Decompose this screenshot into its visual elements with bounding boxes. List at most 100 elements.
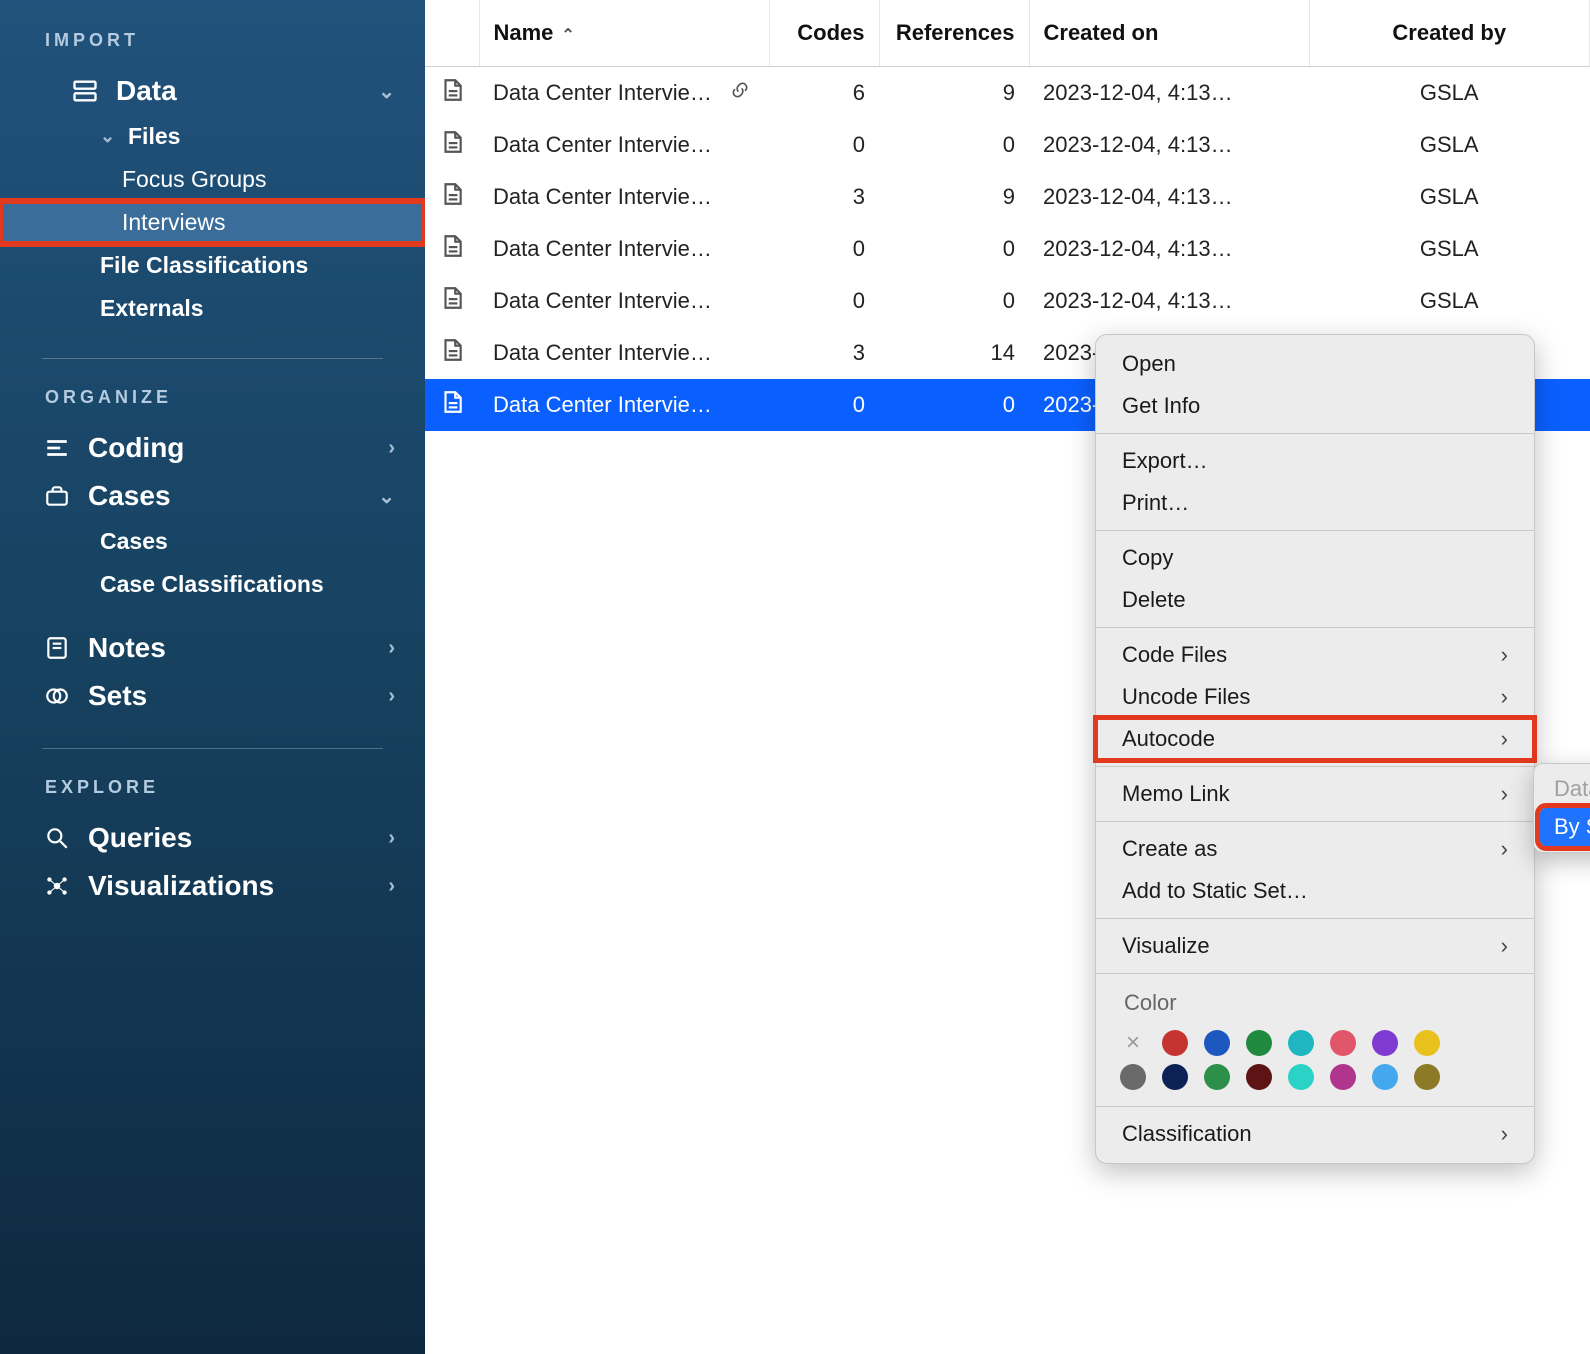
nav-label: Interviews (122, 209, 226, 236)
nav-label: File Classifications (100, 252, 308, 279)
nav-cases-sub[interactable]: Cases (0, 520, 425, 563)
ctx-add-static-set[interactable]: Add to Static Set… (1096, 870, 1534, 912)
nav-data[interactable]: Data ⌄ (0, 67, 425, 115)
color-swatch[interactable] (1372, 1064, 1398, 1090)
row-name: Data Center Intervie… (479, 67, 769, 120)
row-refs: 0 (879, 275, 1029, 327)
ctx-visualize[interactable]: Visualize› (1096, 925, 1534, 967)
nav-file-classifications[interactable]: File Classifications (0, 244, 425, 287)
chevron-right-icon: › (1501, 781, 1508, 807)
data-icon (68, 77, 102, 105)
color-swatch[interactable] (1330, 1064, 1356, 1090)
color-swatch[interactable] (1120, 1064, 1146, 1090)
row-name: Data Center Intervie… (479, 275, 769, 327)
color-swatch[interactable] (1204, 1064, 1230, 1090)
ctx-code-files[interactable]: Code Files› (1096, 634, 1534, 676)
ctx-uncode-files[interactable]: Uncode Files› (1096, 676, 1534, 718)
table-row[interactable]: Data Center Intervie…002023-12-04, 4:13…… (425, 223, 1590, 275)
color-swatch[interactable] (1204, 1030, 1230, 1056)
separator (1096, 1106, 1534, 1107)
ctx-get-info[interactable]: Get Info (1096, 385, 1534, 427)
nav-visualizations[interactable]: Visualizations › (0, 862, 425, 910)
col-codes[interactable]: Codes (769, 0, 879, 67)
nav-label: Notes (88, 632, 166, 664)
row-created: 2023-12-04, 4:13… (1029, 119, 1309, 171)
table-row[interactable]: Data Center Intervie…392023-12-04, 4:13…… (425, 171, 1590, 223)
color-swatch[interactable] (1162, 1030, 1188, 1056)
separator (1096, 627, 1534, 628)
chevron-right-icon: › (388, 437, 395, 460)
ctx-memo-link[interactable]: Memo Link› (1096, 773, 1534, 815)
nav-coding[interactable]: Coding › (0, 424, 425, 472)
col-by[interactable]: Created by (1309, 0, 1590, 67)
ctx-print[interactable]: Print… (1096, 482, 1534, 524)
col-created[interactable]: Created on (1029, 0, 1309, 67)
ctx-copy[interactable]: Copy (1096, 537, 1534, 579)
nav-cases[interactable]: Cases ⌄ (0, 472, 425, 520)
color-swatch[interactable] (1372, 1030, 1398, 1056)
row-created: 2023-12-04, 4:13… (1029, 275, 1309, 327)
row-refs: 9 (879, 67, 1029, 120)
ctx-open[interactable]: Open (1096, 343, 1534, 385)
table-row[interactable]: Data Center Intervie…002023-12-04, 4:13…… (425, 119, 1590, 171)
nav-interviews[interactable]: Interviews (0, 201, 425, 244)
color-swatch[interactable] (1414, 1064, 1440, 1090)
nav-externals[interactable]: Externals (0, 287, 425, 330)
separator (1096, 918, 1534, 919)
submenu-by-speaker[interactable]: By Speaker… (1540, 808, 1590, 846)
row-codes: 3 (769, 171, 879, 223)
section-explore: EXPLORE (0, 777, 425, 814)
color-swatch[interactable] (1288, 1030, 1314, 1056)
link-icon (726, 80, 754, 106)
ctx-create-as[interactable]: Create as› (1096, 828, 1534, 870)
ctx-delete[interactable]: Delete (1096, 579, 1534, 621)
row-created: 2023-12-04, 4:13… (1029, 223, 1309, 275)
ctx-classification[interactable]: Classification› (1096, 1113, 1534, 1155)
color-swatch[interactable] (1246, 1064, 1272, 1090)
color-swatch[interactable] (1162, 1064, 1188, 1090)
ctx-autocode[interactable]: Autocode› (1096, 718, 1534, 760)
ctx-export[interactable]: Export… (1096, 440, 1534, 482)
table-row[interactable]: Data Center Intervie…002023-12-04, 4:13…… (425, 275, 1590, 327)
nav-label: Data (116, 75, 177, 107)
nav-label: Cases (88, 480, 171, 512)
col-refs[interactable]: References (879, 0, 1029, 67)
row-refs: 14 (879, 327, 1029, 379)
chevron-down-icon: ⌄ (378, 79, 395, 104)
nav-queries[interactable]: Queries › (0, 814, 425, 862)
notes-icon (40, 635, 74, 661)
divider (42, 358, 383, 359)
color-none[interactable]: × (1120, 1030, 1146, 1056)
col-icon[interactable] (425, 0, 479, 67)
color-swatch[interactable] (1414, 1030, 1440, 1056)
nav-label: Cases (100, 528, 168, 555)
color-swatch[interactable] (1288, 1064, 1314, 1090)
nav-sets[interactable]: Sets › (0, 672, 425, 720)
chevron-right-icon: › (388, 827, 395, 850)
row-codes: 6 (769, 67, 879, 120)
chevron-right-icon: › (1501, 684, 1508, 710)
table-row[interactable]: Data Center Intervie…692023-12-04, 4:13…… (425, 67, 1590, 120)
color-swatch[interactable] (1330, 1030, 1356, 1056)
col-name[interactable]: Name⌃ (479, 0, 769, 67)
color-swatch[interactable] (1246, 1030, 1272, 1056)
context-menu: Open Get Info Export… Print… Copy Delete… (1095, 334, 1535, 1164)
section-organize: ORGANIZE (0, 387, 425, 424)
nav-label: Externals (100, 295, 204, 322)
row-icon (425, 275, 479, 327)
nav-notes[interactable]: Notes › (0, 624, 425, 672)
row-codes: 3 (769, 327, 879, 379)
row-refs: 0 (879, 223, 1029, 275)
autocode-submenu: Dataset… By Speaker… (1533, 763, 1590, 853)
separator (1096, 766, 1534, 767)
nav-label: Sets (88, 680, 147, 712)
ctx-color: Color × (1096, 980, 1534, 1100)
color-label: Color (1118, 990, 1512, 1026)
separator (1096, 530, 1534, 531)
nav-label: Visualizations (88, 870, 274, 902)
nav-focus-groups[interactable]: Focus Groups (0, 158, 425, 201)
nav-case-classifications[interactable]: Case Classifications (0, 563, 425, 606)
row-icon (425, 171, 479, 223)
nav-files[interactable]: ⌄ Files (0, 115, 425, 158)
row-icon (425, 67, 479, 120)
